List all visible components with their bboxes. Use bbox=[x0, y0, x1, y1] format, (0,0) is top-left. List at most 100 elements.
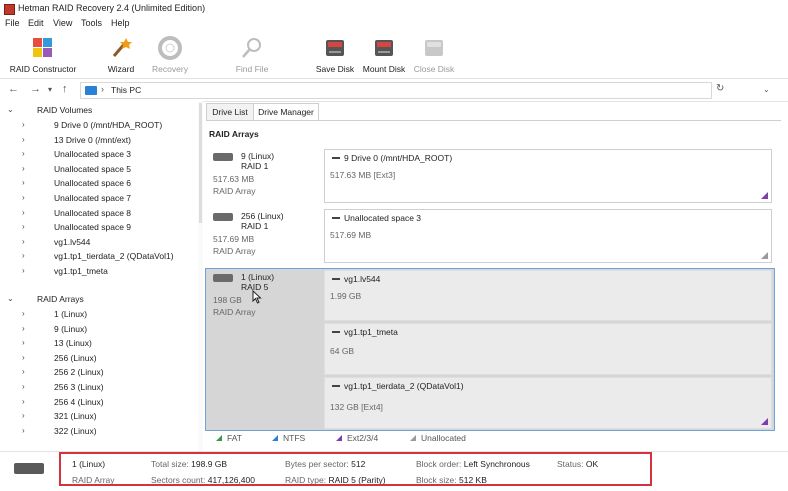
expand-chevron-icon[interactable]: › bbox=[22, 324, 25, 333]
raid-array-card-selected[interactable]: 1 (Linux) RAID 5 198 GB RAID Array bbox=[207, 270, 322, 326]
tree-group-label: RAID Arrays bbox=[37, 294, 84, 304]
save-disk-button[interactable]: Save Disk bbox=[314, 34, 356, 76]
expand-chevron-icon[interactable]: › bbox=[22, 208, 25, 217]
raid-constructor-button[interactable]: RAID Constructor bbox=[6, 34, 80, 76]
menu-edit[interactable]: Edit bbox=[28, 18, 44, 28]
partition-detail: 64 GB bbox=[330, 346, 355, 356]
history-dropdown-icon[interactable]: ▾ bbox=[48, 85, 52, 94]
tree-item-volume[interactable]: › Unallocated space 8 bbox=[0, 207, 198, 221]
raid-array-card[interactable]: 256 (Linux) RAID 1 517.69 MB RAID Array bbox=[207, 209, 322, 265]
tree-group-raid-volumes[interactable]: ⌄ RAID Volumes bbox=[0, 104, 198, 118]
expand-chevron-icon[interactable]: › bbox=[22, 426, 25, 435]
tree-item-volume[interactable]: › vg1.tp1_tierdata_2 (QDataVol1) bbox=[0, 250, 198, 264]
close-disk-icon bbox=[425, 40, 443, 56]
expand-chevron-icon[interactable]: › bbox=[22, 411, 25, 420]
partition-block[interactable]: vg1.lv544 1.99 GB bbox=[324, 270, 772, 321]
menu-view[interactable]: View bbox=[53, 18, 72, 28]
partition-block[interactable]: vg1.tp1_tmeta 64 GB bbox=[324, 323, 772, 375]
tree-item-volume[interactable]: › Unallocated space 3 bbox=[0, 148, 198, 162]
tree-item-array[interactable]: › 256 3 (Linux) bbox=[0, 381, 198, 395]
expand-chevron-icon[interactable]: › bbox=[22, 309, 25, 318]
expand-chevron-icon[interactable]: › bbox=[22, 178, 25, 187]
tree-item-array[interactable]: › 321 (Linux) bbox=[0, 410, 198, 424]
partition-block[interactable]: Unallocated space 3 517.69 MB bbox=[324, 209, 772, 263]
find-file-button[interactable]: Find File bbox=[232, 34, 272, 76]
menu-tools[interactable]: Tools bbox=[81, 18, 102, 28]
back-arrow-icon[interactable]: ← bbox=[8, 83, 19, 95]
tree-item-array[interactable]: › 322 (Linux) bbox=[0, 425, 198, 439]
pane-scrollbar[interactable] bbox=[198, 101, 203, 451]
expand-chevron-icon[interactable]: › bbox=[22, 266, 25, 275]
tree-item-volume[interactable]: › Unallocated space 6 bbox=[0, 177, 198, 191]
lifebuoy-icon bbox=[158, 36, 182, 60]
address-dropdown-icon[interactable]: ⌄ bbox=[763, 85, 770, 94]
tree-item-volume[interactable]: › 9 Drive 0 (/mnt/HDA_ROOT) bbox=[0, 119, 198, 133]
mount-disk-label: Mount Disk bbox=[362, 64, 406, 74]
wizard-button[interactable]: Wizard bbox=[102, 34, 140, 76]
tree-item-array[interactable]: › 256 2 (Linux) bbox=[0, 366, 198, 380]
tree-item-volume[interactable]: › Unallocated space 5 bbox=[0, 163, 198, 177]
expand-chevron-icon[interactable]: › bbox=[22, 164, 25, 173]
tree-item-volume[interactable]: › Unallocated space 7 bbox=[0, 192, 198, 206]
menu-file[interactable]: File bbox=[5, 18, 20, 28]
expand-chevron-icon[interactable]: › bbox=[22, 237, 25, 246]
expand-chevron-icon[interactable]: › bbox=[22, 149, 25, 158]
collapse-chevron-icon[interactable]: ⌄ bbox=[7, 105, 14, 114]
address-path-box[interactable]: › This PC ⌄ bbox=[80, 82, 770, 99]
expand-chevron-icon[interactable]: › bbox=[22, 367, 25, 376]
expand-chevron-icon[interactable]: › bbox=[22, 338, 25, 347]
raid-array-card[interactable]: 9 (Linux) RAID 1 517.63 MB RAID Array bbox=[207, 149, 322, 205]
menu-help[interactable]: Help bbox=[111, 18, 130, 28]
mount-disk-button[interactable]: Mount Disk bbox=[360, 34, 408, 76]
expand-chevron-icon[interactable]: › bbox=[22, 193, 25, 202]
tree-item-volume[interactable]: › vg1.lv544 bbox=[0, 236, 198, 250]
array-size: 198 GB bbox=[213, 295, 242, 305]
array-type: RAID Array bbox=[213, 246, 256, 256]
tree-item-array[interactable]: › 13 (Linux) bbox=[0, 337, 198, 351]
volume-icon bbox=[332, 217, 340, 219]
tab-drive-list[interactable]: Drive List bbox=[206, 103, 254, 120]
device-tree: ⌄ RAID Volumes › 9 Drive 0 (/mnt/HDA_ROOT… bbox=[0, 101, 198, 451]
legend-label: Ext2/3/4 bbox=[347, 433, 379, 443]
puzzle-icon bbox=[33, 38, 52, 57]
expand-chevron-icon[interactable]: › bbox=[22, 120, 25, 129]
array-raid-level: RAID 1 bbox=[241, 161, 269, 171]
refresh-icon[interactable]: ↻ bbox=[716, 83, 724, 94]
tree-item-array[interactable]: › 9 (Linux) bbox=[0, 323, 198, 337]
wand-icon bbox=[112, 38, 132, 57]
save-disk-icon bbox=[326, 40, 344, 56]
wizard-label: Wizard bbox=[107, 64, 135, 74]
tree-item-label: Unallocated space 9 bbox=[54, 222, 132, 233]
tree-item-array[interactable]: › 256 4 (Linux) bbox=[0, 396, 198, 410]
tree-item-volume[interactable]: › Unallocated space 9 bbox=[0, 221, 198, 235]
fat-marker-icon bbox=[216, 435, 222, 441]
expand-chevron-icon[interactable]: › bbox=[22, 222, 25, 231]
partition-block[interactable]: 9 Drive 0 (/mnt/HDA_ROOT) 517.63 MB [Ext… bbox=[324, 149, 772, 203]
tree-item-label: 256 (Linux) bbox=[54, 352, 97, 363]
array-size: 517.69 MB bbox=[213, 234, 255, 244]
expand-chevron-icon[interactable]: › bbox=[22, 353, 25, 362]
expand-chevron-icon[interactable]: › bbox=[22, 397, 25, 406]
tree-item-volume[interactable]: › vg1.tp1_tmeta bbox=[0, 265, 198, 279]
legend-ext: Ext2/3/4 bbox=[336, 433, 378, 443]
collapse-chevron-icon[interactable]: ⌄ bbox=[7, 294, 14, 303]
forward-arrow-icon[interactable]: → bbox=[30, 83, 41, 95]
tree-group-raid-arrays[interactable]: ⌄ RAID Arrays bbox=[0, 293, 198, 307]
expand-chevron-icon[interactable]: › bbox=[22, 251, 25, 260]
expand-chevron-icon[interactable]: › bbox=[22, 382, 25, 391]
partition-block[interactable]: vg1.tp1_tierdata_2 (QDataVol1) 132 GB [E… bbox=[324, 377, 772, 429]
up-arrow-icon[interactable]: ↑ bbox=[62, 83, 68, 95]
close-disk-button[interactable]: Close Disk bbox=[412, 34, 456, 76]
tree-item-volume[interactable]: › 13 Drive 0 (/mnt/ext) bbox=[0, 134, 198, 148]
save-disk-label: Save Disk bbox=[315, 64, 355, 74]
tree-item-label: Unallocated space 6 bbox=[54, 178, 132, 189]
tree-item-array[interactable]: › 256 (Linux) bbox=[0, 352, 198, 366]
recovery-button[interactable]: Recovery bbox=[150, 34, 190, 76]
tree-item-array[interactable]: › 1 (Linux) bbox=[0, 308, 198, 322]
scrollbar-thumb[interactable] bbox=[199, 103, 202, 223]
tree-item-label: 13 (Linux) bbox=[54, 338, 92, 349]
find-file-label: Find File bbox=[235, 64, 269, 74]
address-bar: ← → ▾ ↑ › This PC ⌄ ↻ bbox=[0, 78, 788, 102]
tab-drive-manager[interactable]: Drive Manager bbox=[253, 103, 319, 121]
expand-chevron-icon[interactable]: › bbox=[22, 135, 25, 144]
